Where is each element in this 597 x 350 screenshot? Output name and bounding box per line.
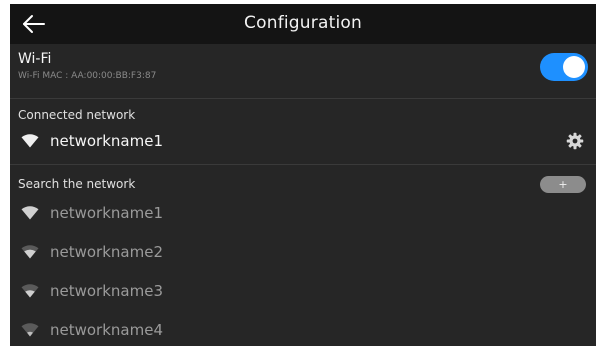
- network-list-item[interactable]: networkname2: [10, 239, 596, 267]
- network-list-item[interactable]: networkname4: [10, 317, 596, 345]
- connected-network-label: Connected network: [18, 108, 136, 122]
- network-name: networkname1: [50, 204, 163, 222]
- divider: [10, 98, 596, 99]
- wifi-icon: [21, 134, 39, 148]
- network-name: networkname4: [50, 321, 163, 339]
- wifi-toggle[interactable]: [540, 53, 588, 81]
- network-name: networkname1: [50, 132, 163, 150]
- network-list-item[interactable]: networkname1: [10, 200, 596, 228]
- header-bar: Configuration: [10, 4, 596, 44]
- network-name: networkname2: [50, 243, 163, 261]
- wifi-icon: [21, 323, 39, 337]
- network-name: networkname3: [50, 282, 163, 300]
- divider: [10, 164, 596, 165]
- add-network-button[interactable]: +: [540, 176, 586, 193]
- network-list-item[interactable]: networkname3: [10, 278, 596, 306]
- wifi-icon: [21, 284, 39, 298]
- page-title: Configuration: [244, 13, 362, 33]
- gear-icon[interactable]: [566, 132, 584, 150]
- wifi-icon: [21, 245, 39, 259]
- wifi-mac-address: Wi-Fi MAC : AA:00:00:BB:F3:87: [18, 71, 157, 81]
- search-network-label: Search the network: [18, 177, 136, 191]
- connected-network-row[interactable]: networkname1: [10, 128, 596, 156]
- wifi-icon: [21, 206, 39, 220]
- wifi-configuration-screen: Configuration Wi-Fi Wi-Fi MAC : AA:00:00…: [10, 4, 596, 346]
- wifi-title: Wi-Fi: [18, 51, 52, 67]
- toggle-knob: [563, 56, 585, 78]
